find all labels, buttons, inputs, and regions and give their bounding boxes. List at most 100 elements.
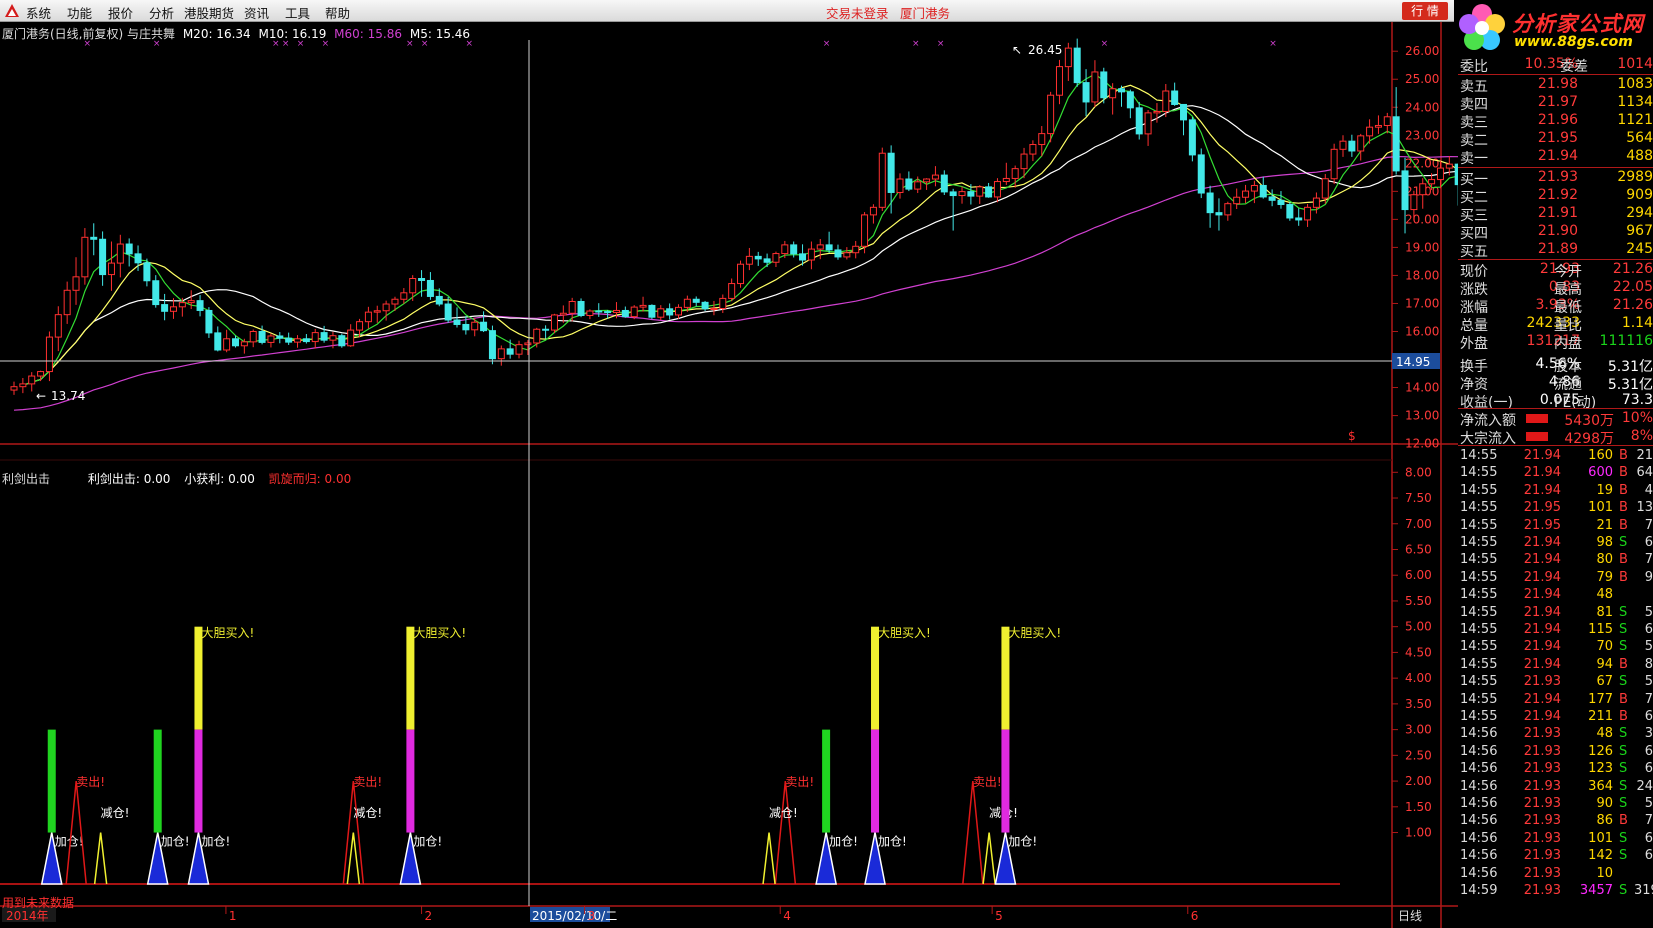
period-label[interactable]: 日线 (1398, 909, 1422, 923)
candle-body (861, 214, 869, 247)
candle (1171, 82, 1179, 106)
candle-body (418, 278, 426, 281)
tick-time: 14:56 (1460, 830, 1498, 846)
menu-system[interactable]: 系统 (26, 3, 51, 22)
tick-price: 21.94 (1523, 604, 1561, 620)
candle-body (1295, 217, 1303, 221)
tick-count: 7 (1644, 552, 1653, 568)
candle-body (931, 174, 939, 180)
tick-count: 8 (1644, 656, 1653, 672)
candle (737, 260, 745, 288)
tick-volume: 90 (1596, 796, 1613, 811)
tick-row: 14:55 21.94 98 S 6 (1458, 535, 1653, 552)
bid-volume: 2989 (1617, 169, 1653, 185)
candle-body (737, 263, 745, 285)
candle-body (1357, 135, 1365, 152)
candle (577, 298, 585, 318)
stat-label-2: PE(动) (1554, 395, 1597, 411)
candle (1100, 67, 1108, 104)
tick-volume: 126 (1588, 743, 1613, 759)
tick-row: 14:56 21.93 10 (1458, 866, 1653, 883)
tick-side: S (1619, 535, 1628, 550)
tick-side: B (1619, 691, 1628, 707)
tick-volume: 364 (1588, 778, 1613, 794)
candle (223, 329, 231, 353)
tick-row: 14:55 21.93 67 S 5 (1458, 674, 1653, 691)
tick-time: 14:55 (1460, 569, 1498, 585)
low-marker: 13.74 (51, 389, 85, 403)
tick-count: 5 (1644, 639, 1653, 655)
stat-value-2: 5.31亿 (1607, 377, 1653, 393)
candle (896, 173, 904, 199)
tick-count: 6 (1644, 761, 1653, 777)
candle (364, 306, 372, 329)
signal-label: 加仓! (878, 834, 907, 848)
menu-hk-futures[interactable]: 港股期货 (184, 3, 234, 22)
bid-price: 21.89 (1537, 241, 1578, 257)
tick-row: 14:56 21.93 123 S 6 (1458, 761, 1653, 778)
candle-body (1286, 204, 1294, 219)
candle-body (515, 344, 523, 355)
ask-price: 21.97 (1537, 94, 1578, 110)
candle-body (506, 348, 514, 355)
flow-bar (1526, 432, 1548, 441)
candle (1224, 201, 1232, 221)
menu-tools[interactable]: 工具 (285, 3, 310, 22)
menu-quote[interactable]: 报价 (108, 3, 133, 22)
candle-body (1047, 94, 1055, 135)
menu-help[interactable]: 帮助 (325, 3, 350, 22)
price-axis: 26.0025.0024.0023.0022.0021.0020.0019.00… (1392, 44, 1439, 451)
menu-function[interactable]: 功能 (67, 3, 92, 22)
tick-volume: 177 (1588, 691, 1613, 707)
candle-body (763, 258, 771, 263)
candle-body (1259, 184, 1267, 198)
quote-panel: 委比 10.35% 委差 1014 卖五 21.98 1083 卖四 21.97 1134… (1458, 56, 1653, 928)
stat-label-2: 最低 (1554, 300, 1582, 316)
candle-body (382, 303, 390, 312)
flow-pct: 8% (1630, 428, 1653, 444)
candle (834, 244, 842, 260)
candle-body (28, 375, 36, 385)
candle (302, 334, 310, 344)
candle (1277, 191, 1285, 209)
candle-body (967, 191, 975, 197)
stat-label-2: 流通 (1554, 377, 1582, 393)
candle-body (178, 302, 186, 308)
candle-body (1348, 140, 1356, 152)
tick-count: 24 (1636, 778, 1653, 794)
tick-price: 21.94 (1523, 448, 1561, 463)
tick-row: 14:55 21.94 160 B 21 (1458, 448, 1653, 465)
stat-label: 外盘 (1460, 336, 1488, 352)
candle-body (1073, 47, 1081, 84)
indicator-tick-label: 7.00 (1405, 517, 1432, 531)
app-logo-icon[interactable] (4, 3, 20, 19)
quote-button[interactable]: 行 情 (1402, 2, 1448, 20)
candle-body (595, 310, 603, 313)
brand-url[interactable]: www.88gs.com (1514, 34, 1633, 50)
indicator-value-3: 凯旋而归: 0.00 (268, 472, 352, 486)
tick-price: 21.94 (1523, 709, 1561, 724)
candle (1419, 178, 1427, 209)
flow-row: 净流入额 5430万 10% (1458, 410, 1653, 429)
stat-label-2: 内盘 (1554, 336, 1582, 352)
candle-body (949, 191, 957, 197)
tick-side: S (1619, 848, 1628, 864)
menu-info[interactable]: 资讯 (244, 3, 269, 22)
candle (435, 288, 443, 307)
tick-side: S (1619, 796, 1628, 811)
candle-body (1419, 183, 1427, 196)
tick-time: 14:56 (1460, 796, 1498, 811)
tick-volume: 94 (1596, 656, 1613, 672)
candle (72, 257, 80, 305)
candle-body (1339, 140, 1347, 150)
login-status[interactable]: 交易未登录 (826, 3, 889, 22)
tick-volume: 142 (1588, 848, 1613, 864)
tick-time: 14:56 (1460, 813, 1498, 829)
sell-triangle (774, 781, 797, 885)
candle (515, 340, 523, 359)
bid-volume: 967 (1626, 223, 1653, 239)
tick-row: 14:56 21.93 48 S 3 (1458, 726, 1653, 743)
menu-analysis[interactable]: 分析 (149, 3, 174, 22)
candle-body (1091, 71, 1099, 103)
candle (1091, 60, 1099, 107)
